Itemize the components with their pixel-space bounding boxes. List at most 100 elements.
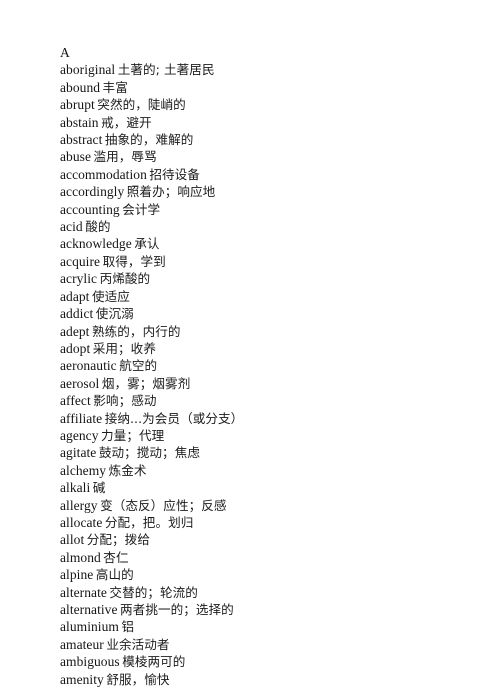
entry-gloss: 取得，学到 bbox=[102, 253, 166, 269]
vocabulary-entry: aluminium 铝 bbox=[60, 618, 482, 635]
entry-gloss: 舒服，愉快 bbox=[106, 671, 170, 687]
vocabulary-list-body: A aboriginal 土著的; 土著居民 abound 丰富 abrupt 突然的，陡… bbox=[60, 44, 482, 688]
entry-gloss: 力量；代理 bbox=[101, 427, 165, 443]
entry-headword: allergy bbox=[60, 497, 98, 513]
vocabulary-entry: aerosol 烟，雾；烟雾剂 bbox=[60, 375, 482, 392]
entry-headword: aerosol bbox=[60, 375, 100, 391]
vocabulary-entry: acid 酸的 bbox=[60, 218, 482, 235]
entry-gloss: 杏仁 bbox=[103, 549, 129, 565]
entry-headword: adapt bbox=[60, 288, 90, 304]
entry-headword: allocate bbox=[60, 514, 103, 530]
entry-headword: amateur bbox=[60, 636, 104, 652]
vocabulary-entry: alpine 高山的 bbox=[60, 566, 482, 583]
entry-headword: alpine bbox=[60, 567, 94, 583]
vocabulary-entry: accounting 会计学 bbox=[60, 201, 482, 218]
vocabulary-entry: alkali 碱 bbox=[60, 479, 482, 496]
entry-headword: accordingly bbox=[60, 184, 125, 200]
vocabulary-entry: agency 力量；代理 bbox=[60, 427, 482, 444]
entry-gloss: 滥用，辱骂 bbox=[93, 149, 157, 165]
entry-headword: acrylic bbox=[60, 271, 98, 287]
entry-gloss: 使沉溺 bbox=[95, 306, 134, 322]
entry-headword: adept bbox=[60, 323, 90, 339]
document-page: A aboriginal 土著的; 土著居民 abound 丰富 abrupt 突然的，陡… bbox=[0, 0, 502, 687]
entry-gloss: 酸的 bbox=[85, 219, 111, 235]
vocabulary-entry: amenity 舒服，愉快 bbox=[60, 671, 482, 688]
entry-headword: acid bbox=[60, 219, 83, 235]
entry-headword: aboriginal bbox=[60, 62, 116, 78]
entry-headword: acknowledge bbox=[60, 236, 132, 252]
entry-headword: agitate bbox=[60, 445, 97, 461]
entry-gloss: 分配，把。划归 bbox=[104, 514, 194, 530]
entry-headword: ambiguous bbox=[60, 654, 120, 670]
entry-headword: alkali bbox=[60, 480, 91, 496]
entry-gloss: 烟，雾；烟雾剂 bbox=[101, 375, 191, 391]
entry-headword: affect bbox=[60, 393, 91, 409]
entry-gloss: 碱 bbox=[92, 480, 106, 496]
entry-gloss: 高山的 bbox=[95, 567, 134, 583]
section-letter-heading: A bbox=[60, 45, 70, 60]
vocabulary-entry: agitate 鼓动；搅动；焦虑 bbox=[60, 444, 482, 461]
vocabulary-entry: abuse 滥用，辱骂 bbox=[60, 148, 482, 165]
entry-gloss: 丙烯酸的 bbox=[99, 271, 151, 287]
vocabulary-entry: adept 熟练的，内行的 bbox=[60, 323, 482, 340]
entry-gloss: 模棱两可的 bbox=[122, 654, 186, 670]
entry-gloss: 承认 bbox=[134, 236, 160, 252]
vocabulary-entry: aboriginal 土著的; 土著居民 bbox=[60, 61, 482, 78]
vocabulary-entry: addict 使沉溺 bbox=[60, 305, 482, 322]
entry-headword: acquire bbox=[60, 253, 101, 269]
entry-gloss: 交替的；轮流的 bbox=[109, 584, 198, 600]
entry-gloss: 土著的; 土著居民 bbox=[117, 62, 215, 78]
vocabulary-entry: abrupt 突然的，陡峭的 bbox=[60, 96, 482, 113]
entry-headword: amenity bbox=[60, 671, 104, 687]
entry-gloss: 炼金术 bbox=[108, 462, 147, 478]
vocabulary-entry: acrylic 丙烯酸的 bbox=[60, 270, 482, 287]
entry-headword: adopt bbox=[60, 340, 91, 356]
entry-gloss: 铝 bbox=[121, 619, 135, 635]
entry-gloss: 丰富 bbox=[102, 79, 128, 95]
entry-gloss: 抽象的，难解的 bbox=[104, 132, 194, 148]
entry-gloss: 业余活动者 bbox=[106, 636, 170, 652]
vocabulary-entry: aeronautic 航空的 bbox=[60, 357, 482, 374]
vocabulary-entry: acquire 取得，学到 bbox=[60, 253, 482, 270]
vocabulary-entry: abstract 抽象的，难解的 bbox=[60, 131, 482, 148]
entry-gloss: 使适应 bbox=[92, 288, 130, 304]
vocabulary-entry: accommodation 招待设备 bbox=[60, 166, 482, 183]
entry-headword: alternative bbox=[60, 602, 118, 617]
entry-gloss: 接纳...为会员（或分支） bbox=[104, 410, 244, 426]
entry-gloss: 航空的 bbox=[119, 358, 158, 374]
entry-headword: addict bbox=[60, 306, 94, 322]
entry-headword: almond bbox=[60, 549, 101, 565]
entry-headword: affiliate bbox=[60, 410, 103, 426]
vocabulary-entry: ambiguous 模棱两可的 bbox=[60, 653, 482, 670]
vocabulary-entry: abstain 戒，避开 bbox=[60, 114, 482, 131]
entry-headword: abstain bbox=[60, 114, 99, 130]
entry-gloss: 熟练的，内行的 bbox=[92, 323, 181, 339]
entry-headword: alternate bbox=[60, 584, 107, 600]
entry-gloss: 两者挑一的；选择的 bbox=[120, 602, 234, 617]
entry-gloss: 影响；感动 bbox=[93, 393, 157, 409]
entry-headword: abound bbox=[60, 79, 101, 95]
entry-headword: alchemy bbox=[60, 462, 107, 478]
entry-gloss: 鼓动；搅动；焦虑 bbox=[98, 445, 200, 461]
vocabulary-entry-list: aboriginal 土著的; 土著居民 abound 丰富 abrupt 突然的，陡峭的… bbox=[60, 61, 482, 688]
vocabulary-entry: allocate 分配，把。划归 bbox=[60, 514, 482, 531]
vocabulary-entry: adopt 采用；收养 bbox=[60, 340, 482, 357]
entry-headword: aeronautic bbox=[60, 358, 117, 374]
vocabulary-entry: allot 分配；拨给 bbox=[60, 531, 482, 548]
entry-gloss: 戒，避开 bbox=[101, 114, 152, 130]
vocabulary-entry: alchemy 炼金术 bbox=[60, 462, 482, 479]
vocabulary-entry: alternative 两者挑一的；选择的 bbox=[60, 601, 482, 618]
vocabulary-entry: almond 杏仁 bbox=[60, 549, 482, 566]
entry-gloss: 招待设备 bbox=[149, 166, 200, 182]
entry-gloss: 变（态反）应性；反感 bbox=[100, 497, 227, 513]
entry-headword: accommodation bbox=[60, 166, 147, 182]
vocabulary-entry: adapt 使适应 bbox=[60, 288, 482, 305]
vocabulary-entry: abound 丰富 bbox=[60, 79, 482, 96]
entry-gloss: 分配；拨给 bbox=[86, 532, 150, 548]
entry-gloss: 采用；收养 bbox=[92, 340, 156, 356]
entry-headword: abstract bbox=[60, 132, 103, 148]
entry-headword: accounting bbox=[60, 201, 120, 217]
vocabulary-entry: allergy 变（态反）应性；反感 bbox=[60, 497, 482, 514]
vocabulary-entry: affect 影响；感动 bbox=[60, 392, 482, 409]
entry-headword: agency bbox=[60, 427, 99, 443]
